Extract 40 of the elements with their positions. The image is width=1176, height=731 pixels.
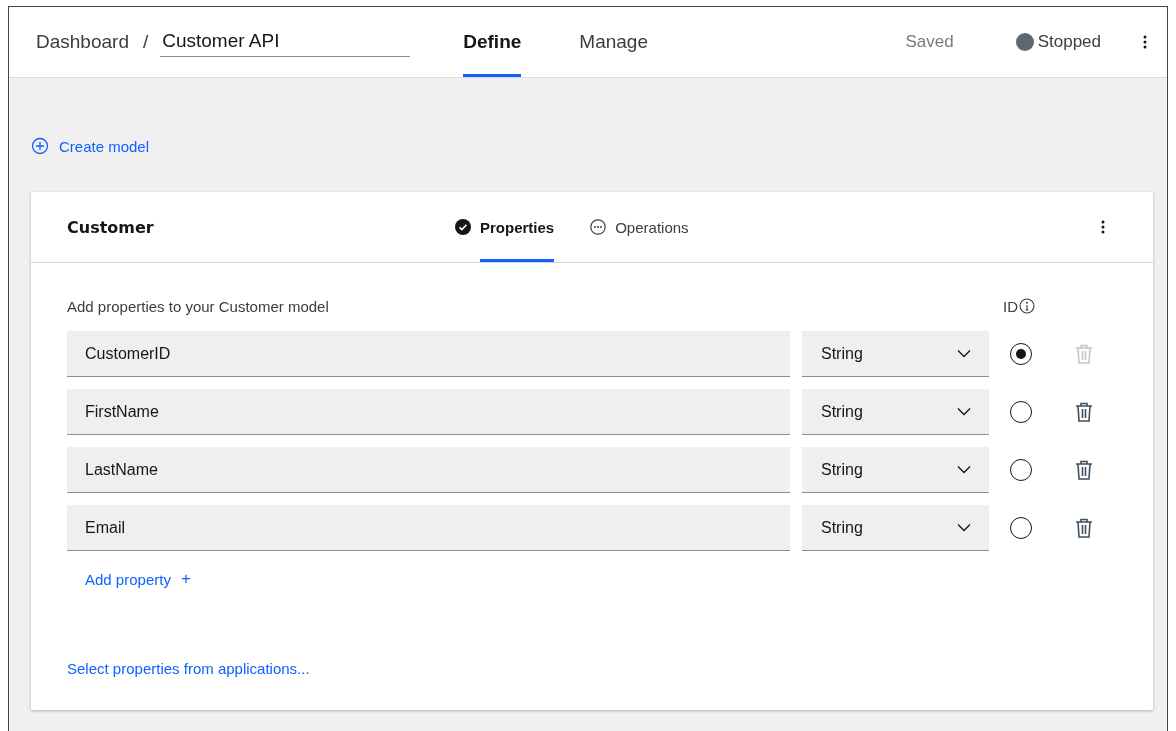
breadcrumb-link[interactable]: Dashboard	[36, 31, 129, 53]
type-dropdown[interactable]: String	[802, 447, 989, 493]
api-name-field[interactable]: Customer API	[160, 27, 411, 57]
ellipsis-circle-icon	[590, 219, 607, 235]
property-name-field[interactable]: CustomerID	[67, 331, 790, 377]
nav-tab[interactable]: Define	[463, 7, 522, 77]
type-dropdown[interactable]: String	[802, 331, 989, 377]
status-label: Stopped	[1037, 32, 1101, 52]
create-model-link[interactable]: Create model	[59, 137, 150, 155]
model-name: Customer	[67, 217, 155, 237]
add-property-button[interactable]: Add property +	[85, 563, 191, 595]
breadcrumb-separator: /	[142, 31, 149, 53]
overflow-menu-icon[interactable]	[1143, 35, 1147, 49]
id-radio-button[interactable]	[1010, 459, 1032, 481]
select-properties-link[interactable]: Select properties from applications...	[67, 660, 310, 677]
chevron-down-icon	[957, 523, 971, 532]
type-dropdown[interactable]: String	[802, 505, 989, 551]
property-name-field[interactable]: FirstName	[67, 389, 790, 435]
id-radio-button[interactable]	[1010, 401, 1032, 423]
chevron-down-icon	[957, 465, 971, 474]
model-tab[interactable]: Operations	[615, 192, 689, 262]
checkmark-circle-icon	[455, 219, 471, 235]
chevron-down-icon	[957, 407, 971, 416]
property-name-field[interactable]: LastName	[67, 447, 790, 493]
property-name-field[interactable]: Email	[67, 505, 790, 551]
info-icon[interactable]	[1019, 298, 1035, 314]
id-heading: ID	[1003, 297, 1018, 315]
add-circle-icon[interactable]	[31, 137, 49, 155]
id-radio-button[interactable]	[1010, 343, 1032, 365]
id-radio-button[interactable]	[1010, 517, 1032, 539]
trash-icon[interactable]	[1075, 402, 1093, 422]
model-tab[interactable]: Properties	[480, 192, 555, 262]
trash-icon[interactable]	[1075, 518, 1093, 538]
trash-icon[interactable]	[1075, 460, 1093, 480]
nav-tab[interactable]: Manage	[579, 7, 648, 77]
instruction-text: Add properties to your Customer model	[67, 297, 330, 315]
save-status: Saved	[905, 32, 954, 52]
chevron-down-icon	[957, 349, 971, 358]
type-dropdown[interactable]: String	[802, 389, 989, 435]
overflow-menu-icon[interactable]	[1101, 220, 1105, 234]
